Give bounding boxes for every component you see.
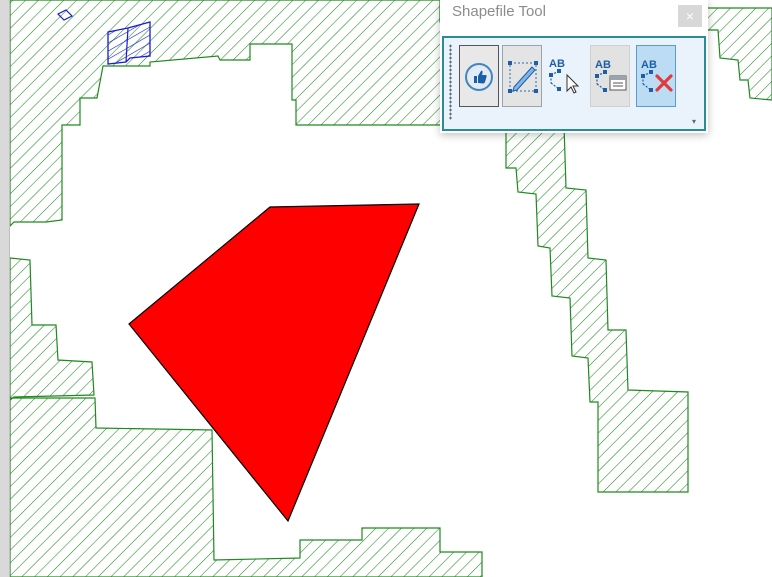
- hatched-parcel: [9, 257, 95, 402]
- delete-vertex-button[interactable]: AB: [636, 45, 676, 107]
- hatched-parcel: [505, 124, 689, 493]
- window-titlebar[interactable]: Shapefile Tool ×: [440, 0, 708, 34]
- draw-polygon-button[interactable]: [502, 45, 542, 107]
- edit-attributes-icon: AB: [595, 59, 627, 92]
- select-vertex-icon: AB: [549, 58, 580, 94]
- thumbs-up-icon: [465, 63, 493, 91]
- close-button[interactable]: ×: [678, 5, 702, 27]
- hatched-parcel: [704, 7, 772, 101]
- select-vertex-button[interactable]: AB: [545, 45, 585, 107]
- svg-text:AB: AB: [549, 58, 565, 70]
- window-title: Shapefile Tool: [452, 3, 546, 20]
- toolbar: AB AB AB ▾: [442, 36, 706, 131]
- shapefile-tool-window[interactable]: Shapefile Tool × AB AB AB ▾: [440, 0, 708, 133]
- toolbar-grip-handle[interactable]: [449, 44, 452, 120]
- toolbar-overflow-button[interactable]: ▾: [692, 118, 702, 126]
- svg-text:AB: AB: [641, 59, 657, 71]
- delete-vertex-icon: AB: [641, 59, 673, 92]
- hatched-parcel: [9, 0, 471, 228]
- approve-button[interactable]: [459, 45, 499, 107]
- svg-text:AB: AB: [595, 59, 611, 71]
- draw-polygon-icon: [508, 61, 538, 93]
- edit-attributes-button[interactable]: AB: [590, 45, 630, 107]
